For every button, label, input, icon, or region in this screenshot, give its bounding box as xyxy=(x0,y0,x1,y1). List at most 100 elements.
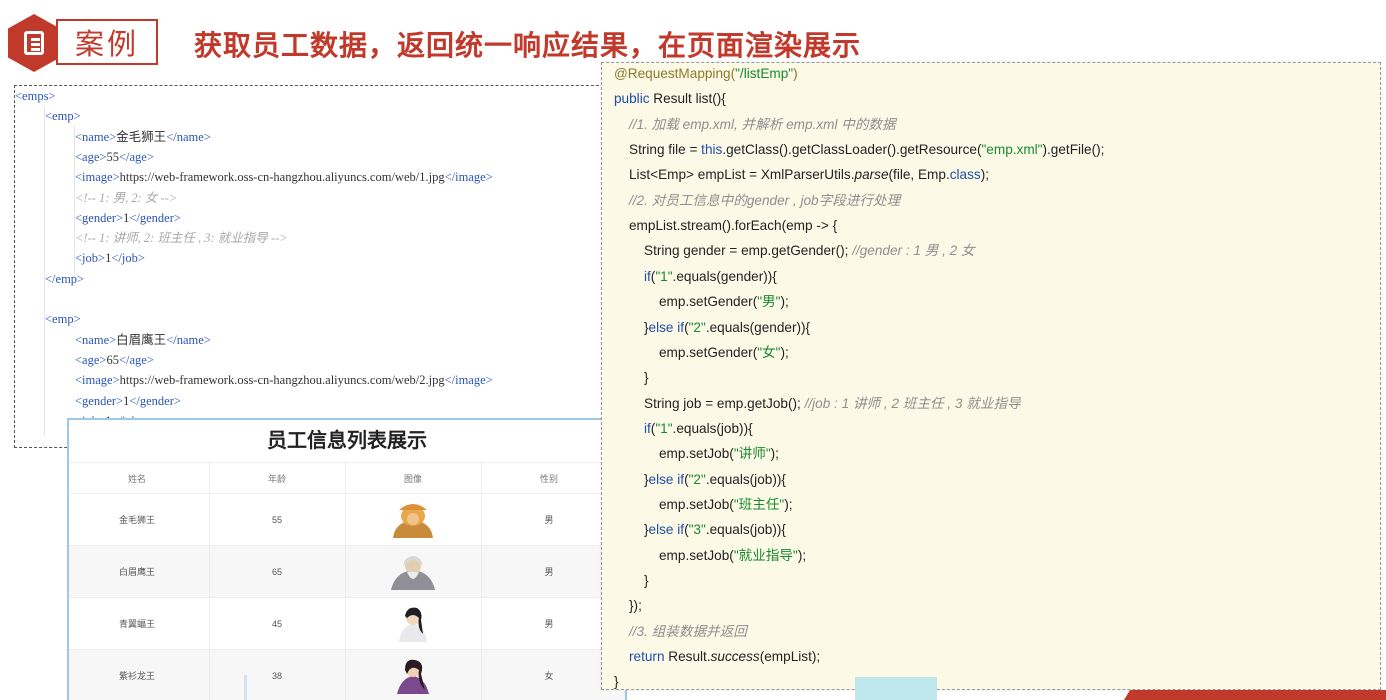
code-token: ); xyxy=(980,167,990,183)
table-row: 紫衫龙王 38 女 xyxy=(69,650,625,700)
code-token: ).getFile(); xyxy=(1042,142,1105,158)
xml-line: <!-- 1: 男, 2: 女 --> xyxy=(15,188,177,208)
column-divider xyxy=(209,462,210,700)
code-token: public xyxy=(614,91,654,107)
employee-avatar-image xyxy=(387,604,439,644)
code-token: "就业指导" xyxy=(733,547,798,563)
code-token: "讲师" xyxy=(733,446,771,462)
code-line: empList.stream().forEach(emp -> { xyxy=(602,213,837,238)
code-line: emp.setGender("男"); xyxy=(602,289,789,314)
code-token: else if xyxy=(648,471,685,487)
code-line: @RequestMapping("/listEmp") xyxy=(602,63,798,86)
employee-name: 白眉鹰王 xyxy=(118,567,155,577)
column-divider xyxy=(481,462,482,700)
code-token: String file = xyxy=(629,142,702,158)
code-token: "男" xyxy=(757,294,781,310)
code-token: .equals(job)){ xyxy=(705,522,786,538)
code-token: .getClass().getClassLoader().getResource… xyxy=(722,142,982,158)
code-token: .equals(job)){ xyxy=(672,420,753,436)
code-line: emp.setJob("班主任"); xyxy=(602,492,793,517)
code-line: emp.setJob("就业指导"); xyxy=(602,543,806,568)
column-header: 年龄 xyxy=(267,474,286,484)
code-token: </image> xyxy=(444,373,493,388)
code-token: if xyxy=(644,268,651,284)
employee-age: 45 xyxy=(271,619,282,629)
code-token: <emp> xyxy=(45,109,81,124)
code-line: if("1".equals(job)){ xyxy=(602,416,753,441)
code-token: emp.setJob( xyxy=(659,446,734,462)
code-token: } xyxy=(614,674,619,690)
xml-line: </emp> xyxy=(15,269,84,289)
code-token: @RequestMapping( xyxy=(614,66,736,81)
column-divider xyxy=(345,462,346,700)
column-header: 图像 xyxy=(403,474,422,484)
code-token: //gender : 1 男 , 2 女 xyxy=(852,243,975,259)
code-token: ); xyxy=(784,496,793,512)
code-token: <name> xyxy=(75,129,117,144)
code-line: }else if("2".equals(gender)){ xyxy=(602,315,810,340)
code-token: <emps> xyxy=(15,89,56,103)
code-line: } xyxy=(602,669,619,690)
code-token: 金毛狮王 xyxy=(116,129,167,144)
code-token: (file, Emp. xyxy=(888,167,950,183)
code-token: "1" xyxy=(655,268,673,284)
xml-line: <name>白眉鹰王</name> xyxy=(15,330,211,350)
code-token: (empList); xyxy=(759,649,821,665)
case-badge-icon xyxy=(8,14,60,72)
code-line: String file = this.getClass().getClassLo… xyxy=(602,137,1104,162)
code-token: emp.setJob( xyxy=(659,547,734,563)
code-token: </name> xyxy=(166,332,211,347)
code-token: </age> xyxy=(118,149,154,164)
code-token: <image> xyxy=(75,373,120,388)
employee-name: 紫衫龙王 xyxy=(118,671,155,681)
code-token: //1. 加载 emp.xml, 并解析 emp.xml 中的数据 xyxy=(629,116,896,132)
table-row: 金毛狮王 55 男 xyxy=(69,494,625,546)
employee-gender: 男 xyxy=(544,619,554,629)
code-token: List<Emp> empList = XmlParserUtils. xyxy=(629,167,855,183)
employee-gender: 女 xyxy=(544,671,554,681)
employee-name: 青翼蝠王 xyxy=(118,619,155,629)
code-token: <!-- 1: 男, 2: 女 --> xyxy=(75,190,178,205)
case-tag: 案例 xyxy=(56,19,158,65)
code-token: ); xyxy=(780,294,789,310)
xml-line: <age>65</age> xyxy=(15,350,154,370)
employee-age: 65 xyxy=(271,567,282,577)
code-token: 白眉鹰王 xyxy=(116,332,167,347)
code-token: this xyxy=(701,142,723,158)
code-line: }); xyxy=(602,593,642,618)
employee-gender: 男 xyxy=(544,515,554,525)
code-token: Result list(){ xyxy=(653,91,726,107)
xml-line: <gender>1</gender> xyxy=(15,208,181,228)
table-row: 白眉鹰王 65 男 xyxy=(69,546,625,598)
code-token: //3. 组装数据并返回 xyxy=(629,623,747,639)
xml-line: <name>金毛狮王</name> xyxy=(15,127,211,147)
xml-line: <job>1</job> xyxy=(15,248,145,268)
employee-gender: 男 xyxy=(544,567,554,577)
xml-line: <image>https://web-framework.oss-cn-hang… xyxy=(15,167,493,187)
code-line: } xyxy=(602,365,649,390)
decor-red-ribbon xyxy=(1118,690,1386,700)
code-token: "1" xyxy=(655,420,673,436)
code-token: } xyxy=(644,573,649,588)
code-token: else if xyxy=(648,522,685,538)
employee-table-card: 员工信息列表展示 姓名 年龄 图像 性别 金毛狮王 55 男白眉鹰王 65 男青翼蝠王 45 男紫… xyxy=(67,418,627,700)
employee-table-title: 员工信息列表展示 xyxy=(267,430,427,452)
code-token: </emp> xyxy=(45,271,85,286)
code-token: 65 xyxy=(106,352,119,367)
code-token: <name> xyxy=(75,332,117,347)
decor-bar xyxy=(244,675,247,700)
xml-source-panel: <emps> <emp> <name>金毛狮王</name> <age>55</age… xyxy=(14,85,644,448)
column-header: 性别 xyxy=(539,474,558,484)
code-token: emp.setGender( xyxy=(659,344,758,360)
code-token: https://web-framework.oss-cn-hangzhou.al… xyxy=(119,170,445,185)
code-token: <age> xyxy=(75,352,107,367)
decor-cyan-block xyxy=(855,677,937,700)
employee-avatar-image xyxy=(387,500,439,540)
code-token: </gender> xyxy=(129,210,181,225)
code-token: "女" xyxy=(757,344,781,360)
column-header: 姓名 xyxy=(127,474,146,484)
xml-line: <age>55</age> xyxy=(15,147,154,167)
code-line: //3. 组装数据并返回 xyxy=(602,619,747,644)
employee-avatar-image xyxy=(387,656,439,696)
employee-table-header: 姓名 年龄 图像 性别 xyxy=(69,462,625,494)
